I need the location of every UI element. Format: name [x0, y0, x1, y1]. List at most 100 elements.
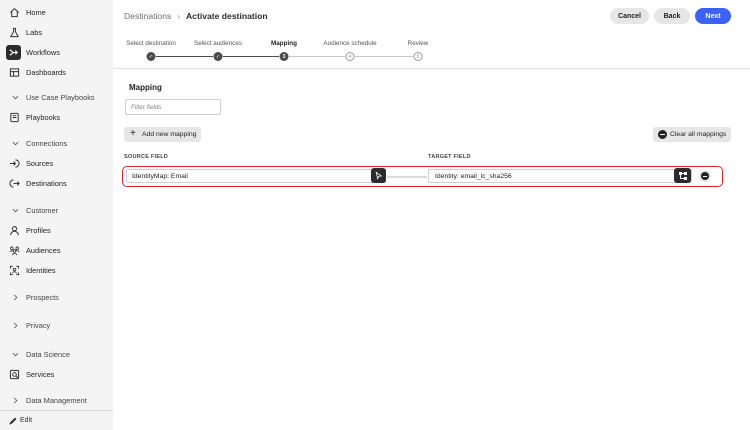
sidebar-item-audiences[interactable]: Audiences [0, 241, 113, 259]
step-connector [156, 56, 213, 57]
select-source-field-button[interactable] [371, 168, 386, 183]
sidebar-item-label: Identities [26, 265, 56, 275]
sidebar-section-label: Privacy [26, 320, 51, 330]
step-connector [355, 56, 413, 57]
step-label-select-destination: Select destination [126, 40, 176, 47]
sidebar-item-labs[interactable]: Labs [0, 23, 113, 41]
sidebar-section-label: Data Management [26, 395, 87, 405]
user-icon [8, 224, 20, 236]
sidebar-item-destinations[interactable]: Destinations [0, 174, 113, 192]
source-field-input[interactable]: IdentityMap: Email [126, 169, 386, 183]
sidebar-item-workflows[interactable]: Workflows [0, 43, 113, 61]
mapping-connector [387, 176, 427, 178]
sidebar-section-data-science[interactable]: Data Science [0, 345, 113, 363]
mapping-section-title: Mapping [129, 83, 162, 92]
chevron-down-icon [11, 139, 19, 147]
back-button[interactable]: Back [654, 8, 690, 24]
cursor-arrow-icon [375, 171, 383, 180]
page-title: Activate destination [185, 11, 268, 21]
chevron-down-icon [11, 350, 19, 358]
sidebar-section-label: Prospects [26, 292, 59, 302]
chevron-down-icon [11, 206, 19, 214]
book-icon [8, 111, 20, 123]
workflow-icon [6, 44, 21, 60]
sidebar-section-label: Data Science [26, 349, 70, 359]
sidebar-item-home[interactable]: Home [0, 3, 113, 21]
destination-icon [8, 177, 20, 189]
minus-circle-icon [701, 172, 709, 180]
clear-all-mappings-label: Clear all mappings [670, 131, 727, 138]
sidebar-item-label: Home [26, 7, 46, 17]
step-done-checkmark-icon: ✓ [213, 52, 223, 61]
plus-icon: + [130, 128, 136, 139]
source-icon [8, 157, 20, 169]
sidebar-item-label: Workflows [26, 47, 60, 57]
sidebar-item-label: Services [26, 369, 55, 379]
sidebar-section-prospects[interactable]: Prospects [0, 288, 113, 306]
breadcrumb-destinations-link[interactable]: Destinations [124, 11, 171, 21]
header-divider [113, 68, 750, 69]
home-icon [8, 6, 20, 18]
sidebar-item-playbooks[interactable]: Playbooks [0, 108, 113, 126]
sidebar-section-data-management[interactable]: Data Management [0, 391, 113, 409]
source-field-header: SOURCE FIELD [124, 154, 169, 160]
sidebar-item-label: Dashboards [26, 67, 66, 77]
chevron-right-icon [11, 396, 19, 404]
step-label-review: Review [407, 40, 429, 47]
sidebar-edit-button[interactable]: Edit [0, 410, 113, 430]
sidebar-item-label: Sources [26, 158, 54, 168]
sidebar-item-profiles[interactable]: Profiles [0, 221, 113, 239]
sidebar-section-connections[interactable]: Connections [0, 134, 113, 152]
pencil-icon [8, 416, 18, 426]
sidebar-section-label: Connections [26, 138, 68, 148]
chevron-right-icon [11, 321, 19, 329]
sidebar-item-label: Audiences [26, 245, 61, 255]
step-label-mapping: Mapping [271, 40, 297, 47]
select-target-field-button[interactable] [674, 168, 691, 183]
main-panel: Destinations › Activate destination Canc… [113, 0, 750, 430]
step-current-marker: 3 [279, 52, 289, 61]
flask-icon [8, 26, 20, 38]
target-field-input[interactable]: Identity: email_lc_sha256 [428, 169, 692, 183]
add-new-mapping-label: Add new mapping [142, 131, 197, 138]
step-pending-marker: 5 [413, 52, 423, 61]
audiences-icon [8, 244, 20, 256]
sidebar-edit-label: Edit [20, 417, 33, 424]
sidebar-item-label: Destinations [26, 178, 67, 188]
step-pending-marker: 4 [345, 52, 355, 61]
step-label-select-audiences: Select audiences [194, 40, 242, 47]
minus-circle-icon [658, 130, 667, 139]
sidebar: Home Labs Workflows Dashboards Use Case … [0, 0, 113, 430]
chevron-right-icon [11, 293, 19, 301]
services-icon [8, 368, 20, 380]
identity-icon [8, 264, 20, 276]
clear-all-mappings-button[interactable]: Clear all mappings [653, 127, 731, 142]
add-new-mapping-button[interactable]: + Add new mapping [124, 127, 201, 142]
chevron-down-icon [11, 93, 19, 101]
sidebar-item-services[interactable]: Services [0, 365, 113, 383]
sidebar-item-dashboards[interactable]: Dashboards [0, 63, 113, 81]
step-done-checkmark-icon: ✓ [146, 52, 156, 61]
step-connector [223, 56, 279, 57]
filter-fields-input[interactable] [125, 99, 221, 115]
sidebar-item-identities[interactable]: Identities [0, 261, 113, 279]
sidebar-section-use-case-playbooks[interactable]: Use Case Playbooks [0, 88, 113, 106]
dashboard-icon [8, 66, 20, 78]
sidebar-item-label: Profiles [26, 225, 51, 235]
sidebar-section-privacy[interactable]: Privacy [0, 316, 113, 334]
sidebar-item-sources[interactable]: Sources [0, 154, 113, 172]
remove-mapping-button[interactable] [699, 170, 711, 182]
sidebar-section-customer[interactable]: Customer [0, 201, 113, 219]
target-field-header: TARGET FIELD [428, 154, 471, 160]
cancel-button[interactable]: Cancel [610, 8, 649, 24]
next-button[interactable]: Next [695, 8, 731, 24]
breadcrumb: Destinations › Activate destination [124, 11, 268, 21]
schema-tree-icon [678, 171, 687, 180]
step-connector [289, 56, 345, 57]
chevron-right-icon: › [177, 11, 180, 21]
step-progress: Select destination Select audiences Mapp… [113, 36, 750, 68]
app-window: Home Labs Workflows Dashboards Use Case … [0, 0, 750, 430]
sidebar-section-label: Customer [26, 205, 59, 215]
sidebar-item-label: Playbooks [26, 112, 61, 122]
sidebar-section-label: Use Case Playbooks [26, 92, 95, 102]
